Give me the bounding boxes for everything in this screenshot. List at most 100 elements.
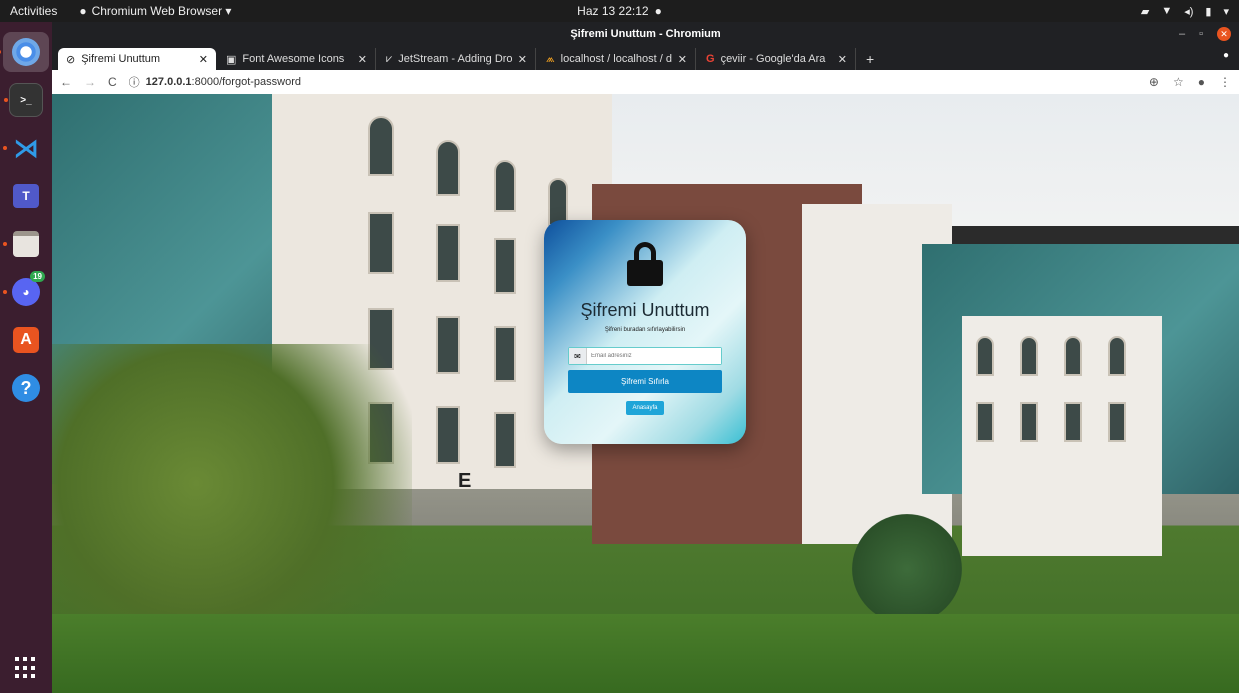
dock-help[interactable]: ? (9, 371, 43, 405)
minimize-icon[interactable]: – (1179, 28, 1185, 40)
running-indicator (4, 98, 8, 102)
window (1064, 336, 1082, 376)
chromium-icon (12, 38, 40, 66)
maximize-icon[interactable]: ▫ (1199, 28, 1203, 40)
window (1064, 402, 1082, 442)
window (1020, 402, 1038, 442)
running-indicator (0, 50, 1, 54)
email-input[interactable] (587, 348, 721, 364)
toolbar-actions: ⊕ ☆ ● ⋮ (1149, 75, 1231, 89)
window (494, 412, 516, 468)
new-tab-button[interactable]: + (858, 48, 882, 70)
info-icon: ⓘ (128, 77, 140, 89)
jetstream-icon: ⩗ (386, 52, 393, 65)
gamepad-icon: ▰ (1140, 5, 1150, 18)
url-path: :8000/forgot-password (191, 76, 301, 88)
window (494, 160, 516, 212)
profile-icon[interactable]: ● (1198, 75, 1205, 89)
phpmyadmin-icon: ⩕ (546, 52, 555, 65)
window (494, 326, 516, 382)
tab-close-icon[interactable]: ✕ (358, 53, 367, 66)
window-controls: – ▫ ✕ (1179, 27, 1231, 41)
tab-phpmyadmin[interactable]: ⩕ localhost / localhost / dem ✕ (538, 48, 696, 70)
tab-close-icon[interactable]: ✕ (838, 53, 847, 66)
window-titlebar[interactable]: Şifremi Unuttum - Chromium – ▫ ✕ (52, 22, 1239, 46)
reload-icon[interactable]: C (108, 75, 117, 89)
battery-icon: ▮ (1205, 5, 1212, 18)
system-tray[interactable]: ▰ ▼ ◂) ▮ ▾ (1141, 5, 1229, 18)
teams-icon: T (13, 184, 39, 208)
window-title: Şifremi Unuttum - Chromium (570, 28, 721, 40)
tab-search-icon[interactable]: ● (1223, 50, 1229, 61)
reset-password-button[interactable]: Şifremi Sıfırla (568, 370, 722, 393)
lock-icon (627, 242, 663, 286)
dock-terminal[interactable]: >_ (4, 83, 43, 117)
window (368, 212, 394, 274)
tab-label: çeviir - Google'da Ara (720, 53, 826, 65)
tab-google-search[interactable]: G çeviir - Google'da Ara ✕ (698, 48, 856, 70)
browser-chrome: Şifremi Unuttum - Chromium – ▫ ✕ ⊘ Şifre… (52, 22, 1239, 94)
notification-badge: 19 (30, 271, 45, 282)
window (436, 406, 460, 464)
folder-icon (13, 231, 39, 257)
tab-strip: ⊘ Şifremi Unuttum ✕ ▣ Font Awesome Icons… (52, 46, 1239, 70)
dock-teams[interactable]: T (9, 179, 43, 213)
app-menu-label: Chromium Web Browser ▾ (91, 4, 232, 18)
window (1020, 336, 1038, 376)
url-host: 127.0.0.1 (145, 76, 192, 88)
card-subtitle: Şifreni buradan sıfırlayabilirsin (604, 327, 686, 333)
power-menu-icon: ▾ (1223, 5, 1229, 18)
window (494, 238, 516, 294)
window (436, 224, 460, 282)
lawn (52, 614, 1239, 693)
dock-software[interactable]: A (9, 323, 43, 357)
tab-close-icon[interactable]: ✕ (199, 53, 208, 66)
omnibox[interactable]: ⓘ 127.0.0.1:8000/forgot-password (129, 74, 301, 90)
close-window-icon[interactable]: ✕ (1217, 27, 1231, 41)
app-store-icon: A (13, 327, 39, 353)
tab-sifremi-unuttum[interactable]: ⊘ Şifremi Unuttum ✕ (58, 48, 216, 70)
running-indicator (3, 242, 7, 246)
window (976, 402, 994, 442)
google-icon: G (706, 53, 715, 65)
dock-files[interactable] (3, 227, 43, 261)
flag-icon: ▣ (226, 53, 237, 66)
building-letter: E (458, 470, 472, 492)
app-menu[interactable]: ● Chromium Web Browser ▾ (79, 4, 231, 18)
home-button[interactable]: Anasayfa (626, 401, 664, 415)
window (368, 116, 394, 176)
activities-button[interactable]: Activities (0, 4, 65, 18)
running-indicator (3, 146, 7, 150)
back-icon[interactable]: ← (60, 75, 72, 89)
tab-label: Şifremi Unuttum (81, 53, 161, 65)
tab-jetstream[interactable]: ⩗ JetStream - Adding Dropd ✕ (378, 48, 536, 70)
volume-icon: ◂) (1184, 5, 1194, 18)
toolbar: ← → C ⓘ 127.0.0.1:8000/forgot-password ⊕… (52, 70, 1239, 94)
email-field-group: ✉ (568, 347, 722, 365)
bookmark-star-icon[interactable]: ☆ (1173, 75, 1184, 89)
envelope-icon: ✉ (569, 348, 587, 364)
show-apps-icon[interactable] (15, 657, 37, 679)
window (976, 336, 994, 376)
discord-icon: ◕ (12, 278, 40, 306)
wifi-icon: ▼ (1161, 5, 1173, 17)
dock-chromium[interactable] (0, 32, 49, 72)
window (1108, 336, 1126, 376)
ubuntu-dock: >_ ⋊ T ◕ 19 A ? (0, 22, 52, 693)
forward-icon[interactable]: → (84, 75, 96, 89)
tree-right (852, 514, 962, 624)
zoom-icon[interactable]: ⊕ (1149, 75, 1159, 89)
tab-font-awesome[interactable]: ▣ Font Awesome Icons ✕ (218, 48, 376, 70)
tab-close-icon[interactable]: ✕ (678, 53, 687, 66)
tab-label: Font Awesome Icons (242, 53, 345, 65)
page-viewport: E Şifremi Unuttum Şifreni buradan sıfırl… (52, 94, 1239, 693)
chromium-icon: ● (79, 4, 87, 18)
menu-icon[interactable]: ⋮ (1219, 75, 1231, 89)
clock-label: Haz 13 22:12 (577, 4, 649, 18)
dock-vscode[interactable]: ⋊ (3, 131, 43, 165)
clock[interactable]: Haz 13 22:12 ● (577, 4, 662, 18)
window (1108, 402, 1126, 442)
vscode-icon: ⋊ (13, 132, 39, 163)
tab-close-icon[interactable]: ✕ (518, 53, 527, 66)
dock-discord[interactable]: ◕ 19 (3, 271, 45, 309)
